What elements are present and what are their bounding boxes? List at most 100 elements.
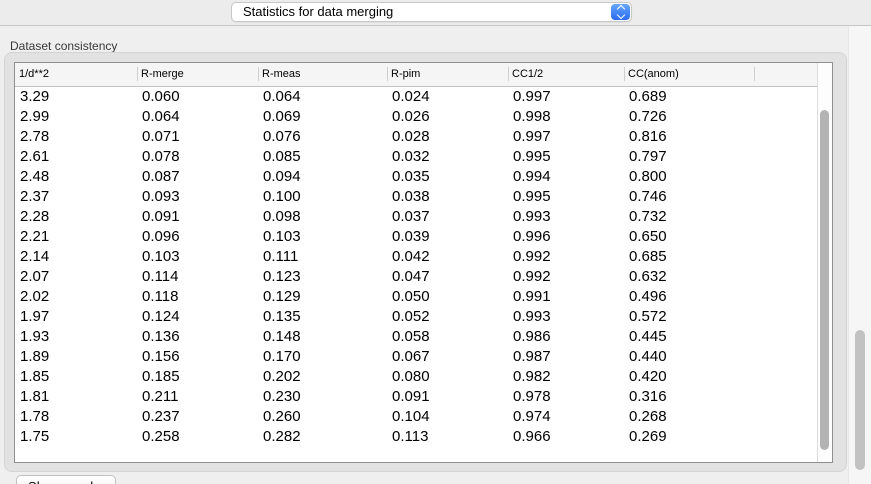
statistics-mode-select[interactable]: Statistics for data merging	[231, 2, 632, 22]
table-cell: 1.89	[15, 347, 137, 367]
table-cell: 0.052	[387, 307, 508, 327]
table-row[interactable]: 1.850.1850.2020.0800.9820.420	[15, 367, 817, 387]
table-row[interactable]: 2.990.0640.0690.0260.9980.726	[15, 107, 817, 127]
table-cell: 0.093	[137, 187, 258, 207]
table-cell: 0.148	[258, 327, 387, 347]
popup-updown-chevrons-icon	[611, 4, 630, 20]
table-cell: 0.114	[137, 267, 258, 287]
table-cell: 0.685	[624, 247, 754, 267]
column-header-2[interactable]: R-meas	[258, 63, 387, 86]
column-header-3[interactable]: R-pim	[387, 63, 508, 86]
table-row[interactable]: 2.610.0780.0850.0320.9950.797	[15, 147, 817, 167]
table-cell: 0.087	[137, 167, 258, 187]
table-cell: 0.037	[387, 207, 508, 227]
column-header-4[interactable]: CC1/2	[508, 63, 624, 86]
table-row[interactable]: 1.780.2370.2600.1040.9740.268	[15, 407, 817, 427]
table-cell: 0.085	[258, 147, 387, 167]
column-header-5[interactable]: CC(anom)	[624, 63, 754, 86]
table-cell: 0.982	[508, 367, 624, 387]
window-scrollbar-thumb[interactable]	[855, 330, 865, 470]
statistics-mode-value: Statistics for data merging	[243, 3, 393, 21]
show-graphs-button[interactable]: Show graphs	[16, 475, 116, 484]
table-cell: 0.797	[624, 147, 754, 167]
table-cell: 0.269	[624, 427, 754, 447]
table-row[interactable]: 2.210.0960.1030.0390.9960.650	[15, 227, 817, 247]
table-cell: 2.78	[15, 127, 137, 147]
table-cell: 0.135	[258, 307, 387, 327]
table-vertical-scrollbar[interactable]	[817, 63, 832, 462]
table-cell: 0.038	[387, 187, 508, 207]
table-cell: 1.78	[15, 407, 137, 427]
table-cell: 0.113	[387, 427, 508, 447]
table-row[interactable]: 2.480.0870.0940.0350.9940.800	[15, 167, 817, 187]
table-cell: 0.123	[258, 267, 387, 287]
table-cell: 0.974	[508, 407, 624, 427]
table-cell: 0.170	[258, 347, 387, 367]
table-cell: 0.202	[258, 367, 387, 387]
table-cell: 0.026	[387, 107, 508, 127]
column-header-0[interactable]: 1/d**2	[15, 63, 137, 86]
table-cell: 2.28	[15, 207, 137, 227]
table-cell: 0.978	[508, 387, 624, 407]
column-header-1[interactable]: R-merge	[137, 63, 258, 86]
table-cell: 0.746	[624, 187, 754, 207]
table-cell: 0.993	[508, 307, 624, 327]
table-cell: 0.440	[624, 347, 754, 367]
table-cell: 0.445	[624, 327, 754, 347]
table-cell: 0.230	[258, 387, 387, 407]
table-body: 3.290.0600.0640.0240.9970.6892.990.0640.…	[15, 87, 817, 462]
table-cell: 2.99	[15, 107, 137, 127]
table-cell: 0.094	[258, 167, 387, 187]
table-row[interactable]: 1.890.1560.1700.0670.9870.440	[15, 347, 817, 367]
table-row[interactable]: 2.070.1140.1230.0470.9920.632	[15, 267, 817, 287]
toolbar: Statistics for data merging	[0, 0, 871, 26]
table-cell	[754, 187, 817, 207]
table-row[interactable]: 2.370.0930.1000.0380.9950.746	[15, 187, 817, 207]
table-cell: 0.156	[137, 347, 258, 367]
section-title: Dataset consistency	[10, 39, 117, 53]
table-cell: 0.991	[508, 287, 624, 307]
table-header-row: 1/d**2R-mergeR-measR-pimCC1/2CC(anom)	[15, 63, 817, 87]
table-cell	[754, 247, 817, 267]
table-row[interactable]: 3.290.0600.0640.0240.9970.689	[15, 87, 817, 107]
table-cell: 1.85	[15, 367, 137, 387]
table-cell: 0.080	[387, 367, 508, 387]
table-cell: 0.050	[387, 287, 508, 307]
table-cell: 2.07	[15, 267, 137, 287]
table-cell: 1.93	[15, 327, 137, 347]
table-cell: 2.37	[15, 187, 137, 207]
table-cell: 1.97	[15, 307, 137, 327]
table-cell: 0.282	[258, 427, 387, 447]
table-scrollbar-thumb[interactable]	[820, 110, 829, 450]
table-cell: 2.21	[15, 227, 137, 247]
table-cell: 0.071	[137, 127, 258, 147]
table-cell: 0.064	[258, 87, 387, 107]
window-vertical-scrollbar[interactable]	[848, 26, 871, 484]
table-cell	[754, 327, 817, 347]
table-cell: 0.098	[258, 207, 387, 227]
table-cell	[754, 267, 817, 287]
table-row[interactable]: 1.930.1360.1480.0580.9860.445	[15, 327, 817, 347]
table-cell: 0.650	[624, 227, 754, 247]
table-cell	[754, 367, 817, 387]
table-cell	[754, 407, 817, 427]
table-row[interactable]: 2.780.0710.0760.0280.9970.816	[15, 127, 817, 147]
chevron-down-icon	[616, 11, 624, 19]
table-row[interactable]: 2.280.0910.0980.0370.9930.732	[15, 207, 817, 227]
table-row[interactable]: 1.810.2110.2300.0910.9780.316	[15, 387, 817, 407]
table-cell: 0.091	[387, 387, 508, 407]
table-row[interactable]: 2.020.1180.1290.0500.9910.496	[15, 287, 817, 307]
table-cell: 0.129	[258, 287, 387, 307]
table-cell: 0.996	[508, 227, 624, 247]
column-header-empty	[754, 63, 817, 86]
table-row[interactable]: 1.750.2580.2820.1130.9660.269	[15, 427, 817, 447]
table-cell: 0.997	[508, 127, 624, 147]
table-cell: 0.124	[137, 307, 258, 327]
table-cell: 0.211	[137, 387, 258, 407]
table-row[interactable]: 1.970.1240.1350.0520.9930.572	[15, 307, 817, 327]
table-cell: 0.024	[387, 87, 508, 107]
table-cell	[754, 107, 817, 127]
table-cell	[754, 147, 817, 167]
table-row[interactable]: 2.140.1030.1110.0420.9920.685	[15, 247, 817, 267]
table-cell: 0.800	[624, 167, 754, 187]
